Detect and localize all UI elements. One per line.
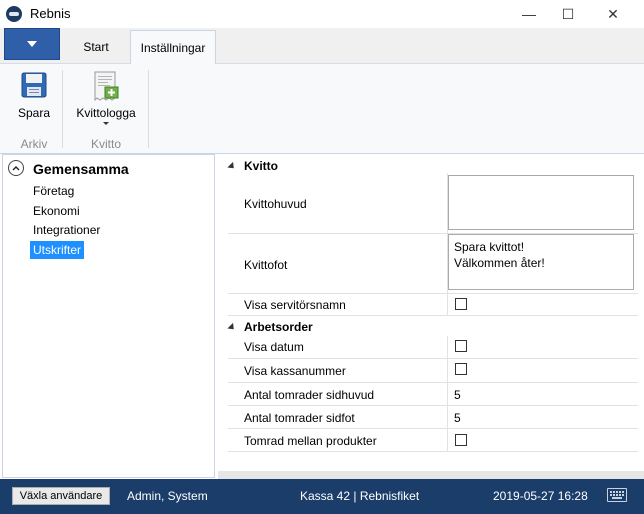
floppy-disk-icon xyxy=(21,72,47,98)
receipt-footer-textarea[interactable]: Spara kvittot! Välkommen åter! xyxy=(448,234,634,290)
tab-start[interactable]: Start xyxy=(66,30,126,64)
nav-item-foretag[interactable]: Företag xyxy=(30,182,77,200)
switch-user-button[interactable]: Växla användare xyxy=(12,487,110,505)
tab-settings[interactable]: Inställningar xyxy=(130,30,216,65)
setting-row-kvittohuvud: Kvittohuvud xyxy=(228,173,638,234)
setting-label: Visa datum xyxy=(244,340,304,354)
nav-item-integrationer[interactable]: Integrationer xyxy=(30,221,103,239)
show-waiter-name-checkbox[interactable] xyxy=(455,298,467,310)
column-divider xyxy=(447,294,448,315)
category-arbetsorder[interactable]: Arbetsorder xyxy=(226,317,313,337)
receipt-logo-button-label: Kvittologga xyxy=(76,106,136,120)
keyboard-icon[interactable] xyxy=(607,488,627,502)
current-user: Admin, System xyxy=(127,489,208,503)
maximize-button[interactable]: ☐ xyxy=(545,0,591,28)
horizontal-scrollbar[interactable] xyxy=(218,471,644,479)
category-label: Arbetsorder xyxy=(244,320,313,334)
setting-label: Antal tomrader sidfot xyxy=(244,411,355,425)
expand-arrow-icon xyxy=(227,161,237,171)
app-logo-icon xyxy=(6,6,22,22)
ribbon-group-separator xyxy=(62,70,63,148)
column-divider xyxy=(447,359,448,382)
window-title: Rebnis xyxy=(30,6,71,21)
app-menu-button[interactable] xyxy=(4,28,60,60)
nav-item-utskrifter[interactable]: Utskrifter xyxy=(30,241,84,259)
nav-item-ekonomi[interactable]: Ekonomi xyxy=(30,202,83,220)
register-info: Kassa 42 | Rebnisfiket xyxy=(300,489,420,503)
collapse-chevron-up-icon[interactable] xyxy=(8,160,24,176)
ribbon-group-separator xyxy=(148,70,149,148)
category-label: Kvitto xyxy=(244,159,278,173)
setting-row-visa-kassanummer: Visa kassanummer xyxy=(228,359,638,383)
status-datetime: 2019-05-27 16:28 xyxy=(493,489,588,503)
show-date-checkbox[interactable] xyxy=(455,340,467,352)
column-divider xyxy=(447,406,448,428)
header-blank-lines-value[interactable]: 5 xyxy=(454,388,461,402)
setting-label: Antal tomrader sidhuvud xyxy=(244,388,375,402)
setting-row-visa-datum: Visa datum xyxy=(228,336,638,359)
expand-arrow-icon xyxy=(227,322,237,332)
setting-row-tomrad-mellan-produkter: Tomrad mellan produkter xyxy=(228,429,638,452)
dropdown-arrow-icon xyxy=(103,122,109,125)
setting-label: Visa servitörsnamn xyxy=(244,298,346,312)
setting-label: Kvittofot xyxy=(244,258,288,272)
nav-group-title[interactable]: Gemensamma xyxy=(33,161,129,177)
setting-label: Tomrad mellan produkter xyxy=(244,434,377,448)
footer-blank-lines-value[interactable]: 5 xyxy=(454,411,461,425)
group-label-arkiv: Arkiv xyxy=(20,137,48,151)
setting-row-visa-servitorsnamn: Visa servitörsnamn xyxy=(228,294,638,316)
receipt-image-icon xyxy=(94,71,119,102)
show-register-number-checkbox[interactable] xyxy=(455,363,467,375)
setting-label: Kvittohuvud xyxy=(244,197,307,211)
group-label-kvitto: Kvitto xyxy=(90,137,121,151)
column-divider xyxy=(447,336,448,358)
setting-row-tomrader-sidhuvud: Antal tomrader sidhuvud 5 xyxy=(228,383,638,406)
setting-label: Visa kassanummer xyxy=(244,364,346,378)
setting-row-kvittofot: Kvittofot Spara kvittot! Välkommen åter! xyxy=(228,234,638,294)
save-button-label: Spara xyxy=(17,106,51,120)
column-divider xyxy=(447,383,448,405)
setting-row-tomrader-sidfot: Antal tomrader sidfot 5 xyxy=(228,406,638,429)
receipt-header-textarea[interactable] xyxy=(448,175,634,230)
column-divider xyxy=(447,429,448,451)
close-button[interactable]: ✕ xyxy=(590,0,636,28)
blank-line-between-products-checkbox[interactable] xyxy=(455,434,467,446)
